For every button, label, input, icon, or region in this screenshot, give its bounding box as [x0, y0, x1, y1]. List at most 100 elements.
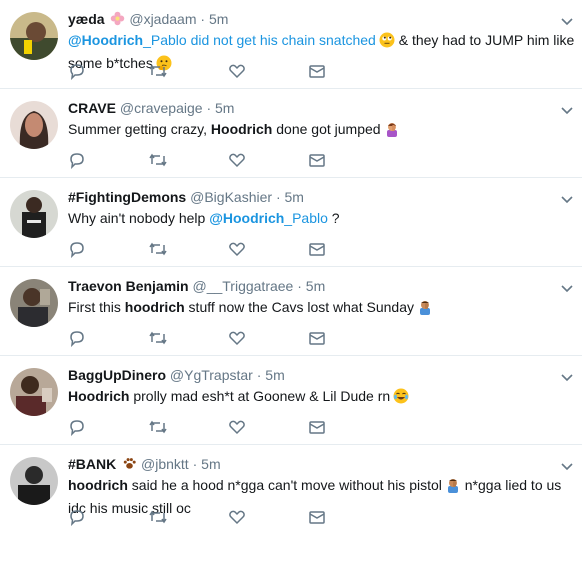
- avatar[interactable]: [10, 190, 58, 238]
- retweet-button[interactable]: [148, 151, 228, 169]
- tweet-actions: [68, 329, 388, 347]
- mention-link[interactable]: @Hoodrich: [68, 32, 143, 48]
- tweet[interactable]: #BANK @jbnktt · 5m hoodrich said he a ho…: [0, 445, 582, 534]
- handle[interactable]: @jbnktt: [141, 456, 189, 472]
- heart-icon: [229, 153, 245, 168]
- fullname[interactable]: #BANK: [68, 456, 116, 472]
- direct-message-button[interactable]: [308, 508, 388, 526]
- handle[interactable]: @xjadaam: [129, 11, 196, 27]
- reply-icon: [70, 420, 84, 436]
- reply-button[interactable]: [68, 151, 148, 169]
- handle[interactable]: @cravepaige: [120, 100, 203, 116]
- tweet-header: #FightingDemons @BigKashier · 5m: [68, 188, 552, 206]
- reply-button[interactable]: [68, 240, 148, 258]
- tears-of-joy-emoji-icon: [393, 388, 409, 409]
- tweet[interactable]: BaggUpDinero @YgTrapstar · 5m Hoodrich p…: [0, 356, 582, 445]
- timestamp[interactable]: 5m: [285, 189, 304, 205]
- man-facepalming-emoji-icon: [417, 299, 433, 320]
- flower-emoji-icon: [110, 11, 125, 30]
- retweet-button[interactable]: [148, 418, 228, 436]
- heart-icon: [229, 242, 245, 257]
- envelope-icon: [309, 154, 325, 167]
- reply-button[interactable]: [68, 329, 148, 347]
- avatar[interactable]: [10, 368, 58, 416]
- avatar[interactable]: [10, 12, 58, 60]
- chevron-down-icon[interactable]: [560, 459, 574, 471]
- retweet-icon: [149, 420, 167, 434]
- reply-icon: [70, 331, 84, 347]
- direct-message-button[interactable]: [308, 62, 388, 80]
- keyword-hoodrich[interactable]: Hoodrich: [68, 388, 129, 404]
- avatar[interactable]: [10, 101, 58, 149]
- tweet-text-part: done got jumped: [272, 121, 381, 137]
- direct-message-button[interactable]: [308, 418, 388, 436]
- timestamp[interactable]: 5m: [201, 456, 220, 472]
- fullname[interactable]: yæda: [68, 11, 105, 27]
- separator-dot: ·: [297, 278, 302, 294]
- tweet-actions: [68, 508, 388, 526]
- chevron-down-icon[interactable]: [560, 370, 574, 382]
- tweet-text: Summer getting crazy, Hoodrich done got …: [68, 119, 576, 142]
- tweet[interactable]: yæda @xjadaam · 5m @Hoodrich_Pablo did n…: [0, 0, 582, 89]
- reply-icon: [70, 153, 84, 169]
- tweet-text-part: First this: [68, 299, 125, 315]
- tweet[interactable]: #FightingDemons @BigKashier · 5m Why ain…: [0, 178, 582, 267]
- tweet[interactable]: CRAVE @cravepaige · 5m Summer getting cr…: [0, 89, 582, 178]
- direct-message-button[interactable]: [308, 329, 388, 347]
- fullname[interactable]: #FightingDemons: [68, 189, 186, 205]
- timestamp[interactable]: 5m: [306, 278, 325, 294]
- handle[interactable]: @BigKashier: [190, 189, 272, 205]
- reply-button[interactable]: [68, 418, 148, 436]
- direct-message-button[interactable]: [308, 151, 388, 169]
- separator-dot: ·: [192, 456, 198, 472]
- retweet-button[interactable]: [148, 62, 228, 80]
- reply-button[interactable]: [68, 508, 148, 526]
- envelope-icon: [309, 243, 325, 256]
- woman-facepalming-emoji-icon: [384, 121, 400, 142]
- fullname[interactable]: Traevon Benjamin: [68, 278, 189, 294]
- keyword-hoodrich[interactable]: Hoodrich: [211, 121, 272, 137]
- envelope-icon: [309, 65, 325, 78]
- separator-dot: ·: [256, 367, 262, 383]
- retweet-icon: [149, 242, 167, 256]
- tweet[interactable]: Traevon Benjamin @__Triggatraee · 5m Fir…: [0, 267, 582, 356]
- chevron-down-icon[interactable]: [560, 281, 574, 293]
- like-button[interactable]: [228, 151, 308, 169]
- timestamp[interactable]: 5m: [215, 100, 234, 116]
- mention-link-suffix[interactable]: _Pablo: [284, 210, 328, 226]
- fullname[interactable]: CRAVE: [68, 100, 116, 116]
- like-button[interactable]: [228, 329, 308, 347]
- tweet-text: First this hoodrich stuff now the Cavs l…: [68, 297, 576, 320]
- direct-message-button[interactable]: [308, 240, 388, 258]
- tweet-text: Why ain't nobody help @Hoodrich_Pablo ?: [68, 208, 576, 228]
- keyword-hoodrich[interactable]: hoodrich: [68, 477, 128, 493]
- retweet-button[interactable]: [148, 329, 228, 347]
- handle[interactable]: @YgTrapstar: [170, 367, 253, 383]
- keyword-hoodrich[interactable]: hoodrich: [125, 299, 185, 315]
- tweet-actions: [68, 240, 388, 258]
- like-button[interactable]: [228, 240, 308, 258]
- retweet-icon: [149, 64, 167, 78]
- chevron-down-icon[interactable]: [560, 14, 574, 26]
- retweet-button[interactable]: [148, 508, 228, 526]
- avatar[interactable]: [10, 457, 58, 505]
- mention-link[interactable]: @Hoodrich: [209, 210, 284, 226]
- like-button[interactable]: [228, 418, 308, 436]
- tweet-header: #BANK @jbnktt · 5m: [68, 455, 552, 475]
- timestamp[interactable]: 5m: [209, 11, 228, 27]
- handle[interactable]: @__Triggatraee: [192, 278, 293, 294]
- fullname[interactable]: BaggUpDinero: [68, 367, 166, 383]
- like-button[interactable]: [228, 62, 308, 80]
- chevron-down-icon[interactable]: [560, 192, 574, 204]
- like-button[interactable]: [228, 508, 308, 526]
- rolling-eyes-emoji-icon: [379, 32, 395, 53]
- reply-button[interactable]: [68, 62, 148, 80]
- tweet-header: BaggUpDinero @YgTrapstar · 5m: [68, 366, 552, 384]
- timestamp[interactable]: 5m: [265, 367, 284, 383]
- avatar[interactable]: [10, 279, 58, 327]
- chevron-down-icon[interactable]: [560, 103, 574, 115]
- mention-link-suffix[interactable]: _Pablo did not get his chain snatched: [143, 32, 376, 48]
- reply-icon: [70, 64, 84, 80]
- tweet-header: Traevon Benjamin @__Triggatraee · 5m: [68, 277, 552, 295]
- retweet-button[interactable]: [148, 240, 228, 258]
